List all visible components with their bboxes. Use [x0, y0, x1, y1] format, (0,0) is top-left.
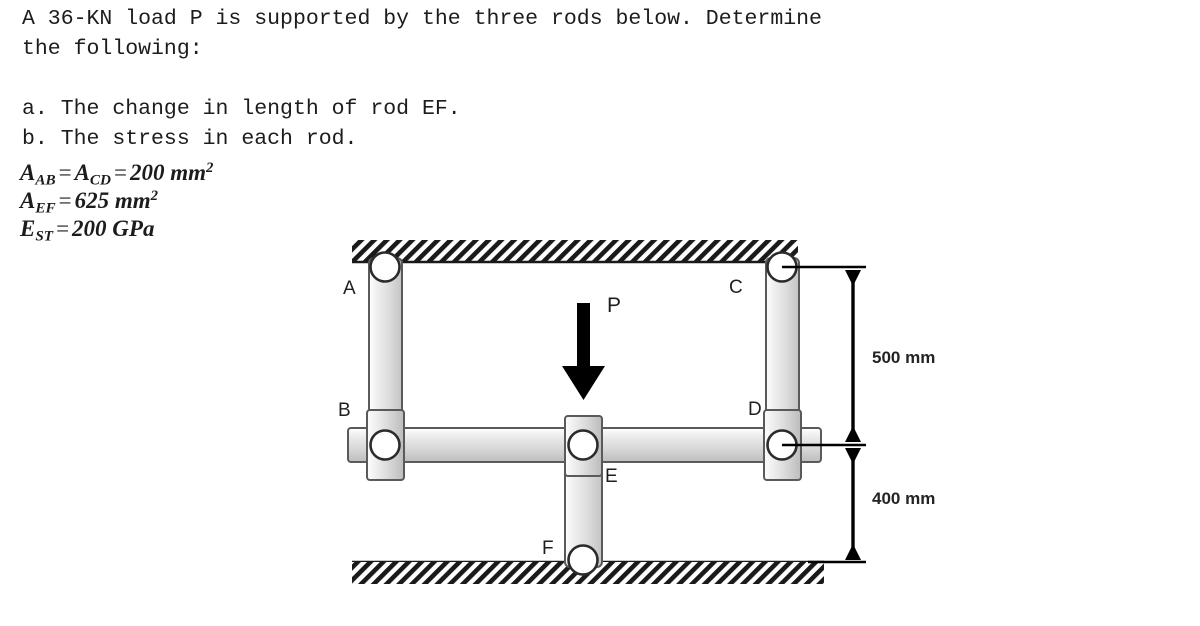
joint-label-d: D [748, 399, 762, 420]
pin-joint-e [567, 429, 599, 461]
load-label-p: P [607, 294, 622, 317]
joint-label-b: B [338, 400, 351, 421]
dimension-arrow-upper [845, 270, 861, 442]
truss-diagram [347, 240, 866, 584]
pin-joint-b [369, 429, 401, 461]
joint-label-e: E [605, 466, 618, 487]
dimension-label-lower: 400 mm [872, 489, 936, 508]
pin-joint-a [369, 251, 401, 283]
joint-label-c: C [729, 277, 743, 298]
pin-joint-f [567, 544, 599, 576]
joint-label-f: F [542, 538, 554, 559]
ceiling-support [352, 240, 798, 264]
joint-label-a: A [343, 278, 356, 299]
dimension-arrow-lower [845, 448, 861, 560]
dimension-label-upper: 500 mm [872, 348, 936, 367]
load-arrow-p [562, 303, 605, 400]
